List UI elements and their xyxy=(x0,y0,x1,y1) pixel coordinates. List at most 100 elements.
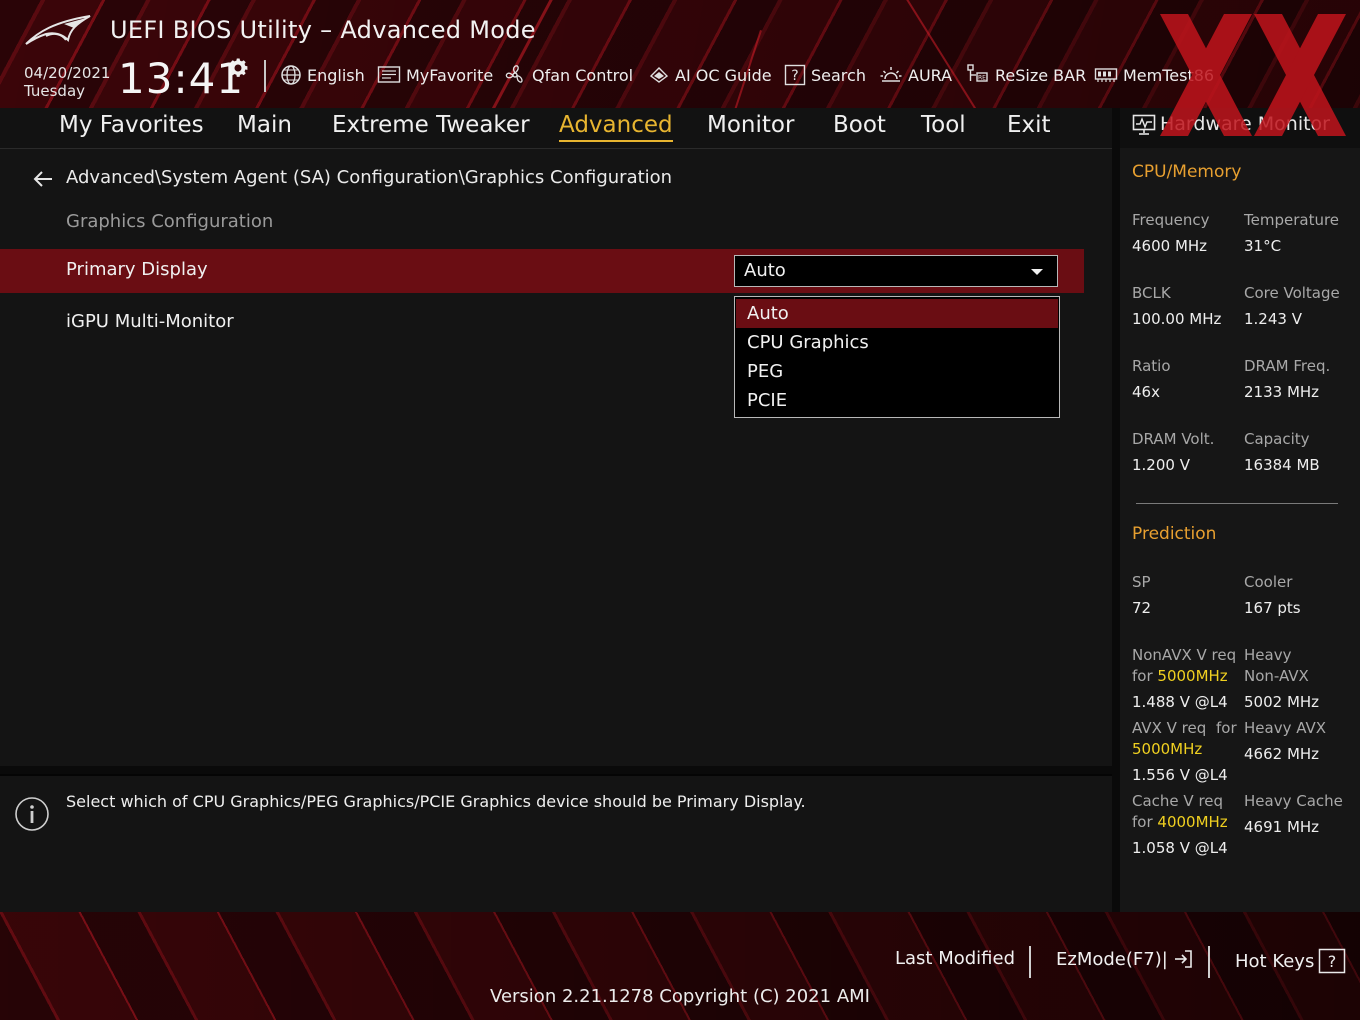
frequency-label: Frequency xyxy=(1132,211,1210,229)
nonavx-vreq-value: 1.488 V @L4 xyxy=(1132,693,1228,711)
hot-keys-button[interactable]: Hot Keys ? xyxy=(1235,948,1346,974)
primary-display-dropdown: Auto CPU Graphics PEG PCIE xyxy=(734,296,1060,418)
svg-text:?: ? xyxy=(791,68,798,84)
avx-freq: 5000MHz xyxy=(1132,740,1203,758)
footer-separator xyxy=(1029,946,1031,978)
date-display: 04/20/2021 xyxy=(24,64,111,82)
temperature-value: 31°C xyxy=(1244,237,1282,255)
dropdown-option-peg[interactable]: PEG xyxy=(736,357,1058,386)
nonavx-freq: 5000MHz xyxy=(1157,667,1228,685)
sp-label: SP xyxy=(1132,573,1151,591)
avx-vreq-value: 1.556 V @L4 xyxy=(1132,766,1228,784)
search-button[interactable]: ? Search xyxy=(784,62,866,88)
language-label: English xyxy=(307,65,365,85)
background-streak xyxy=(900,0,987,108)
cache-for: for xyxy=(1132,813,1153,831)
memtest-icon xyxy=(1094,68,1118,82)
dram-volt-label: DRAM Volt. xyxy=(1132,430,1215,448)
frequency-value: 4600 MHz xyxy=(1132,237,1208,255)
primary-display-label: Primary Display xyxy=(66,259,208,280)
cpu-memory-heading: CPU/Memory xyxy=(1132,162,1242,182)
ezmode-button[interactable]: EzMode(F7)| xyxy=(1056,948,1194,970)
primary-display-select[interactable]: Auto xyxy=(734,255,1058,287)
cache-for-line: for 4000MHz xyxy=(1132,812,1228,833)
resize-bar-icon: RE xyxy=(967,64,988,82)
ai-oc-guide-button[interactable]: AI OC Guide xyxy=(648,62,772,88)
bclk-value: 100.00 MHz xyxy=(1132,310,1222,328)
language-button[interactable]: English xyxy=(280,62,365,88)
cache-vreq-value: 1.058 V @L4 xyxy=(1132,839,1228,857)
header-bar: UEFI BIOS Utility – Advanced Mode 04/20/… xyxy=(0,0,1360,108)
main-panel: Advanced\System Agent (SA) Configuration… xyxy=(0,148,1112,766)
dropdown-option-pcie[interactable]: PCIE xyxy=(736,386,1058,415)
myfavorite-label: MyFavorite xyxy=(406,65,494,85)
dram-volt-value: 1.200 V xyxy=(1132,456,1190,474)
info-icon xyxy=(15,797,49,831)
heavy-nonavx-label-2: Non-AVX xyxy=(1244,667,1309,685)
day-display: Tuesday xyxy=(24,82,86,100)
monitor-icon xyxy=(1132,114,1156,135)
dram-freq-label: DRAM Freq. xyxy=(1244,357,1331,375)
help-info-bar: Select which of CPU Graphics/PEG Graphic… xyxy=(0,774,1112,912)
resize-bar-label: ReSize BAR xyxy=(995,65,1087,85)
tab-main[interactable]: Main xyxy=(237,112,292,138)
search-icon: ? xyxy=(784,64,806,86)
dram-freq-value: 2133 MHz xyxy=(1244,383,1320,401)
sp-value: 72 xyxy=(1132,599,1152,617)
heavy-cache-label: Heavy Cache xyxy=(1244,792,1343,810)
breadcrumb: Advanced\System Agent (SA) Configuration… xyxy=(66,167,673,188)
last-modified-button[interactable]: Last Modified xyxy=(895,948,1015,969)
capacity-label: Capacity xyxy=(1244,430,1310,448)
heavy-cache-value: 4691 MHz xyxy=(1244,818,1320,836)
nonavx-for: for xyxy=(1132,667,1153,685)
tab-boot[interactable]: Boot xyxy=(833,112,886,138)
aura-icon xyxy=(880,67,902,82)
tab-my-favorites[interactable]: My Favorites xyxy=(59,112,204,138)
aura-label: AURA xyxy=(908,65,953,85)
heavy-nonavx-label-1: Heavy xyxy=(1244,646,1292,664)
app-title: UEFI BIOS Utility – Advanced Mode xyxy=(110,16,536,44)
nonavx-for-line: for 5000MHz xyxy=(1132,666,1228,687)
myfavorite-button[interactable]: MyFavorite xyxy=(377,62,493,88)
ezmode-label: EzMode(F7)| xyxy=(1056,948,1168,970)
header-separator xyxy=(264,60,266,92)
dropdown-option-auto[interactable]: Auto xyxy=(736,299,1058,328)
svg-text:RE: RE xyxy=(978,75,986,82)
tab-advanced[interactable]: Advanced xyxy=(559,112,673,142)
tab-tool[interactable]: Tool xyxy=(921,112,966,138)
core-voltage-label: Core Voltage xyxy=(1244,284,1340,302)
aura-button[interactable]: AURA xyxy=(879,62,952,88)
igpu-multi-monitor-label: iGPU Multi-Monitor xyxy=(66,311,234,332)
cache-freq: 4000MHz xyxy=(1157,813,1228,831)
dropdown-option-cpu-graphics[interactable]: CPU Graphics xyxy=(736,328,1058,357)
ratio-value: 46x xyxy=(1132,383,1160,401)
tab-extreme-tweaker[interactable]: Extreme Tweaker xyxy=(332,112,530,138)
cooler-value: 167 pts xyxy=(1244,599,1301,617)
xx-watermark xyxy=(1160,14,1346,136)
nonavx-vreq-label: NonAVX V req xyxy=(1132,646,1237,664)
back-arrow-icon[interactable] xyxy=(32,169,54,189)
hot-keys-label: Hot Keys xyxy=(1235,950,1315,972)
search-label: Search xyxy=(811,65,866,85)
rog-logo-icon xyxy=(25,15,91,45)
section-title: Graphics Configuration xyxy=(66,211,274,232)
version-text: Version 2.21.1278 Copyright (C) 2021 AMI xyxy=(490,986,870,1007)
bclk-label: BCLK xyxy=(1132,284,1171,302)
avx-vreq-label: AVX V req xyxy=(1132,719,1207,737)
qfan-control-button[interactable]: Qfan Control xyxy=(503,62,633,88)
ai-chip-icon xyxy=(649,67,669,83)
footer-bar: Last Modified EzMode(F7)| Hot Keys ? Ver… xyxy=(0,912,1360,1020)
svg-text:?: ? xyxy=(1328,952,1337,971)
primary-display-value: Auto xyxy=(744,260,786,281)
core-voltage-value: 1.243 V xyxy=(1244,310,1302,328)
gear-icon[interactable] xyxy=(226,56,250,80)
favorite-icon xyxy=(377,66,401,83)
tab-exit[interactable]: Exit xyxy=(1007,112,1051,138)
ai-oc-guide-label: AI OC Guide xyxy=(675,65,772,85)
resize-bar-button[interactable]: RE ReSize BAR xyxy=(966,62,1086,88)
help-text: Select which of CPU Graphics/PEG Graphic… xyxy=(66,792,806,811)
cache-vreq-label: Cache V req xyxy=(1132,792,1224,810)
setting-row-primary-display[interactable]: Primary Display Auto xyxy=(0,249,1084,293)
tab-monitor[interactable]: Monitor xyxy=(707,112,794,138)
globe-icon xyxy=(281,65,301,85)
